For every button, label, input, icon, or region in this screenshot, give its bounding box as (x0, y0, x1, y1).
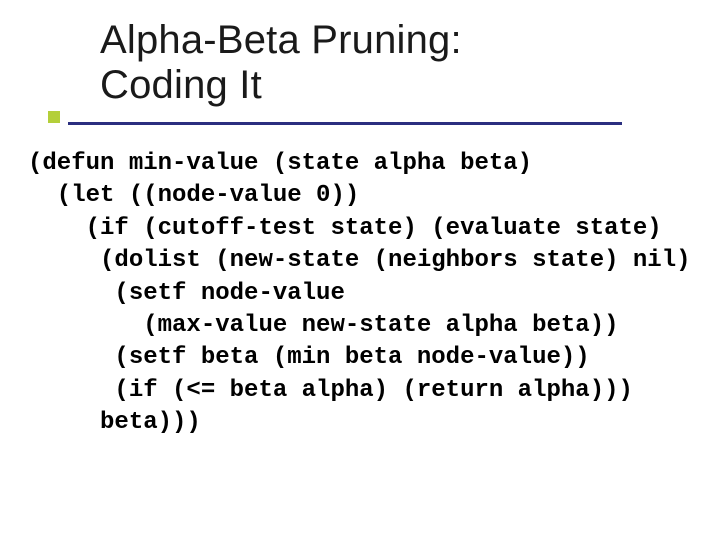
title-block: Alpha-Beta Pruning: Coding It (100, 18, 680, 108)
bullet-icon (48, 111, 60, 123)
slide-title-line2: Coding It (100, 63, 680, 108)
title-underline (68, 122, 622, 125)
slide: Alpha-Beta Pruning: Coding It (defun min… (0, 0, 720, 540)
slide-title-line1: Alpha-Beta Pruning: (100, 18, 680, 63)
code-block: (defun min-value (state alpha beta) (let… (28, 148, 700, 440)
